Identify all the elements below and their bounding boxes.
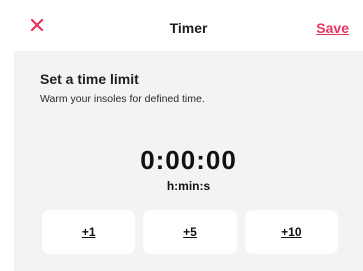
quick-add-row: +1 +5 +10	[42, 210, 338, 254]
timer-screen: Timer Save Set a time limit Warm your in…	[0, 0, 363, 271]
page-title: Timer	[169, 20, 208, 36]
save-button[interactable]: Save	[316, 20, 349, 36]
add-5-minutes-button[interactable]: +5	[143, 210, 237, 254]
section-subtitle: Warm your insoles for defined time.	[40, 93, 205, 105]
top-bar: Timer Save	[14, 8, 363, 51]
timer-value: 0:00:00	[140, 145, 237, 175]
add-1-minute-button[interactable]: +1	[42, 210, 136, 254]
section-title: Set a time limit	[40, 71, 139, 87]
add-10-minutes-button[interactable]: +10	[244, 210, 338, 254]
timer-panel: Set a time limit Warm your insoles for d…	[14, 51, 363, 271]
timer-unit-label: h:min:s	[166, 179, 211, 193]
